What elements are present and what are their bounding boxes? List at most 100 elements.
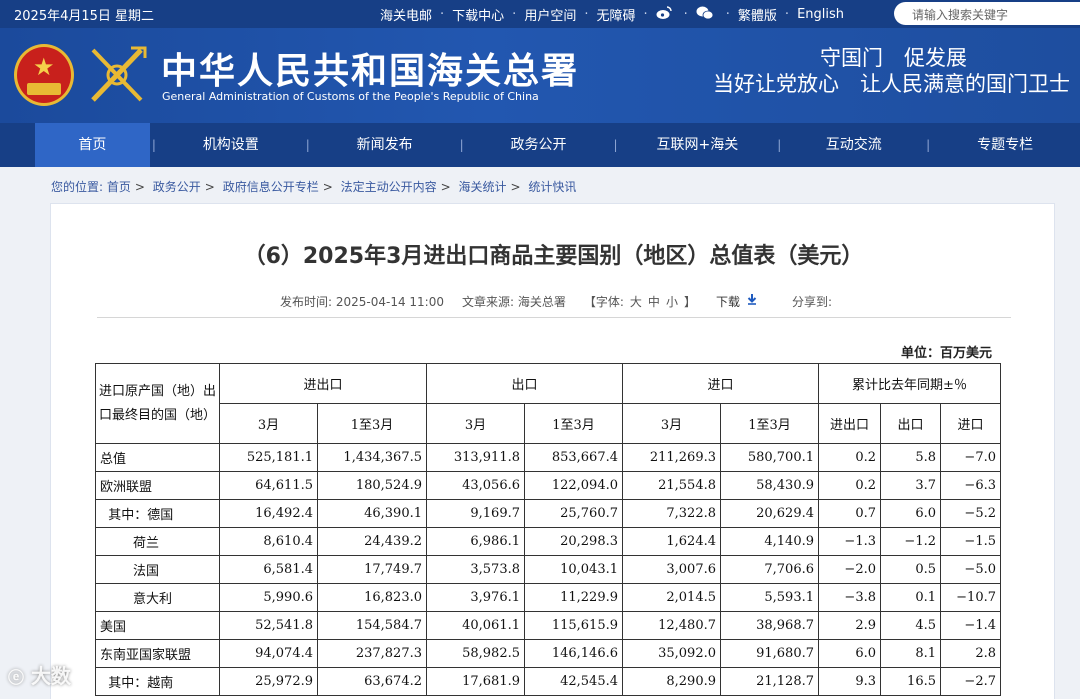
article-meta: 发布时间: 2025-04-14 11:00 文章来源: 海关总署 【字体: 大… (280, 293, 833, 310)
breadcrumb-customs-statistics[interactable]: 海关统计 (459, 180, 507, 194)
link-user-space[interactable]: 用户空间 (524, 5, 576, 24)
nav-special-topics[interactable]: 专题专栏 (930, 123, 1080, 167)
table-subheader-row: 3月 1至3月 3月 1至3月 3月 1至3月 进出口 出口 进口 (96, 403, 1001, 444)
subheader: 进口 (940, 403, 1001, 444)
header-group-export: 出口 (426, 363, 623, 404)
subheader: 1至3月 (317, 403, 427, 444)
breadcrumb: 您的位置: 首页 > 政务公开 > 政府信息公开专栏 > 法定主动公开内容 > 海关统计… (51, 180, 577, 194)
table-cell: 6,986.1 (426, 527, 525, 556)
table-cell: 0.5 (880, 555, 941, 584)
table-cell: 8,610.4 (219, 527, 318, 556)
nav-news[interactable]: 新闻发布 (310, 123, 460, 167)
table-cell: 6.0 (818, 639, 881, 668)
header-group-total-trade: 进出口 (219, 363, 427, 404)
link-english[interactable]: English (797, 7, 844, 22)
link-traditional-chinese[interactable]: 繁體版 (738, 5, 777, 24)
table-cell: 94,074.4 (219, 639, 318, 668)
publish-time: 发布时间: 2025-04-14 11:00 (280, 295, 444, 309)
download-button[interactable]: 下载 (716, 293, 740, 310)
nav-organization[interactable]: 机构设置 (156, 123, 306, 167)
table-cell: −1.3 (818, 527, 881, 556)
link-customs-email[interactable]: 海关电邮 (380, 5, 432, 24)
download-arrow-icon[interactable] (746, 293, 758, 310)
nav-government-affairs[interactable]: 政务公开 (464, 123, 614, 167)
breadcrumb-statutory-content[interactable]: 法定主动公开内容 (341, 180, 437, 194)
watermark-logo-icon: ⓔ (8, 668, 25, 687)
table-cell: 8,290.9 (622, 667, 721, 696)
table-cell: 146,146.6 (524, 639, 623, 668)
search-input[interactable]: 请输入搜索关键字 (894, 2, 1080, 25)
link-download-center[interactable]: 下载中心 (452, 5, 504, 24)
row-country-name: 总值 (95, 443, 220, 472)
table-cell: 35,092.0 (622, 639, 721, 668)
table-cell: 0.1 (880, 583, 941, 612)
meta-divider (97, 317, 1011, 318)
table-cell: 853,667.4 (524, 443, 623, 472)
national-emblem-icon: ★ (14, 44, 74, 106)
wechat-icon[interactable] (696, 6, 714, 24)
top-links: 海关电邮 · 下载中心 · 用户空间 · 无障碍 · · · 繁體版 · English (380, 5, 845, 24)
table-cell: 525,181.1 (219, 443, 318, 472)
font-small-button[interactable]: 小 (666, 293, 678, 310)
table-cell: 5.8 (880, 443, 941, 472)
site-title: 中华人民共和国海关总署 (161, 50, 580, 92)
breadcrumb-statistics-express[interactable]: 统计快讯 (528, 180, 576, 194)
article-title: （6）2025年3月进出口商品主要国别（地区）总值表（美元） (243, 244, 864, 269)
table-row: 法国 6,581.4 17,749.7 3,573.8 10,043.1 3,007.6 7… (95, 555, 1001, 584)
table-cell: −5.0 (940, 555, 1001, 584)
table-cell: 91,680.7 (720, 639, 819, 668)
subheader: 1至3月 (720, 403, 819, 444)
font-size-label: 【字体: (583, 295, 624, 309)
table-cell: 40,061.1 (426, 611, 525, 640)
table-row: 美国 52,541.8 154,584.7 40,061.1 115,615.9 12,4… (95, 611, 1001, 640)
nav-internet-customs[interactable]: 互联网+海关 (617, 123, 777, 167)
table-cell: 0.2 (818, 471, 881, 500)
breadcrumb-government-affairs[interactable]: 政务公开 (153, 180, 201, 194)
table-cell: 122,094.0 (524, 471, 623, 500)
site-title-english: General Administration of Customs of the… (162, 90, 539, 103)
link-accessibility[interactable]: 无障碍 (596, 5, 635, 24)
weibo-icon[interactable] (656, 5, 672, 24)
table-cell: 2.8 (940, 639, 1001, 668)
table-cell: 5,593.1 (720, 583, 819, 612)
nav-interaction[interactable]: 互动交流 (781, 123, 926, 167)
table-cell: 10,043.1 (524, 555, 623, 584)
article-source: 文章来源: 海关总署 (462, 295, 566, 309)
subheader: 3月 (219, 403, 318, 444)
font-large-button[interactable]: 大 (630, 293, 642, 310)
table-cell: 5,990.6 (219, 583, 318, 612)
table-cell: −3.8 (818, 583, 881, 612)
table-cell: 58,430.9 (720, 471, 819, 500)
font-medium-button[interactable]: 中 (648, 293, 660, 310)
nav-home[interactable]: 首页 (35, 123, 150, 167)
table-row: 总值 525,181.1 1,434,367.5 313,911.8 853,667.4… (95, 443, 1001, 472)
table-row: 意大利 5,990.6 16,823.0 3,976.1 11,229.9 2,014.5… (95, 583, 1001, 612)
breadcrumb-home[interactable]: 首页 (107, 180, 131, 194)
table-cell: 580,700.1 (720, 443, 819, 472)
table-cell: 211,269.3 (622, 443, 721, 472)
top-utility-bar: 2025年4月15日 星期二 海关电邮 · 下载中心 · 用户空间 · 无障碍 · · … (0, 0, 1080, 28)
unit-label: 单位：百万美元 (901, 346, 993, 361)
table-cell: 6.0 (880, 499, 941, 528)
subheader: 3月 (426, 403, 525, 444)
table-cell: 0.7 (818, 499, 881, 528)
subheader: 1至3月 (524, 403, 623, 444)
table-cell: 9.3 (818, 667, 881, 696)
breadcrumb-info-column[interactable]: 政府信息公开专栏 (223, 180, 319, 194)
table-cell: 7,322.8 (622, 499, 721, 528)
watermark: ⓔ 大数 (8, 664, 71, 688)
header-group-yoy: 累计比去年同期±％ (818, 363, 1001, 404)
row-country-name: 欧洲联盟 (95, 471, 220, 500)
table-cell: 64,611.5 (219, 471, 318, 500)
table-cell: 46,390.1 (317, 499, 427, 528)
table-body: 总值 525,181.1 1,434,367.5 313,911.8 853,667.4… (95, 443, 1001, 696)
table-cell: 0.2 (818, 443, 881, 472)
row-country-name: 荷兰 (95, 527, 220, 556)
table-cell: −2.0 (818, 555, 881, 584)
table-cell: 52,541.8 (219, 611, 318, 640)
table-cell: 3,007.6 (622, 555, 721, 584)
table-row: 其中：越南 25,972.9 63,674.2 17,681.9 42,545.4 8,2… (95, 667, 1001, 696)
trade-statistics-table: 进口原产国（地）出口最终目的国（地） 进出口 出口 进口 累计比去年同期±％ 3… (95, 363, 1001, 696)
table-cell: 115,615.9 (524, 611, 623, 640)
article-card: （6）2025年3月进出口商品主要国别（地区）总值表（美元） 发布时间: 202… (50, 203, 1055, 699)
